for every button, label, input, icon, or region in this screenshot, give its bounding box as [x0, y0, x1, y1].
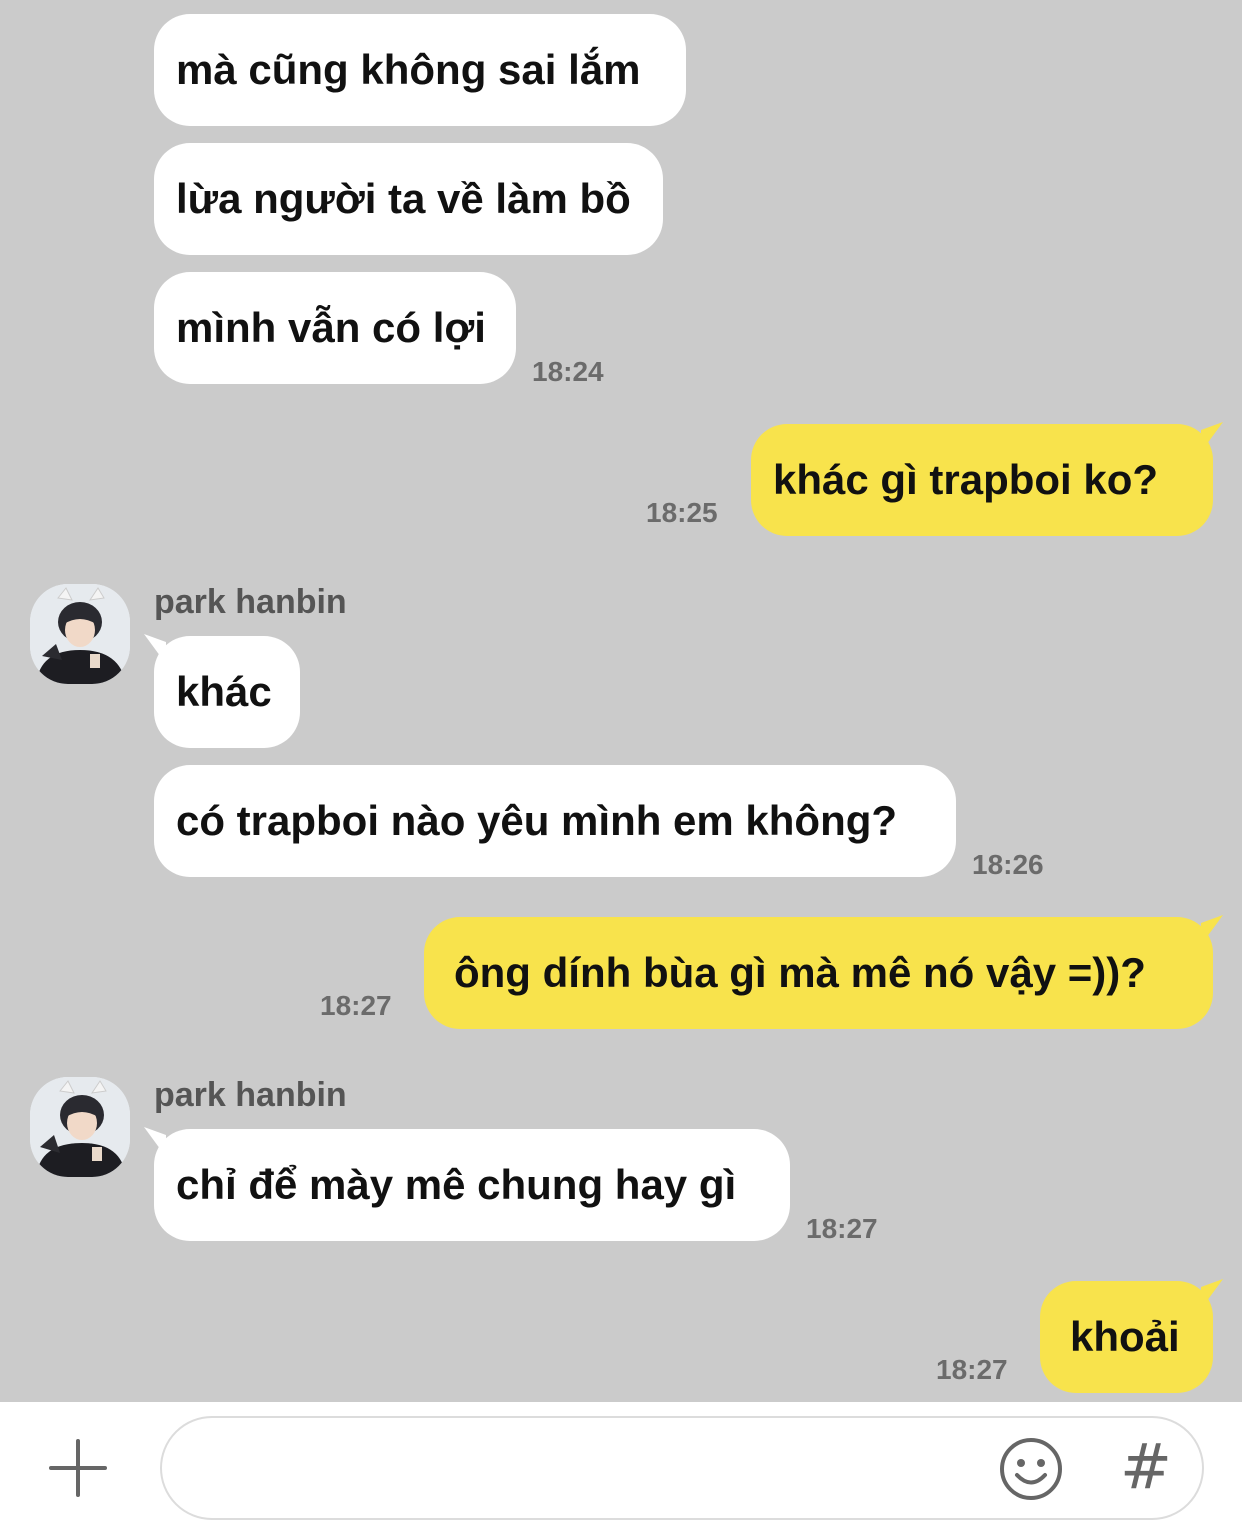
sender-name: park hanbin: [154, 583, 347, 621]
avatar-photo: [30, 1077, 130, 1177]
avatar[interactable]: [30, 1077, 130, 1177]
message-bubble-outgoing[interactable]: ông dính bùa gì mà mê nó vậy =))?: [424, 917, 1213, 1029]
message-bubble-outgoing[interactable]: khoải: [1040, 1281, 1213, 1393]
chat-area[interactable]: mà cũng không sai lắm lừa người ta về là…: [0, 0, 1242, 1402]
message-text: mà cũng không sai lắm: [176, 46, 641, 93]
sender-name: park hanbin: [154, 1076, 347, 1114]
message-text: khoải: [1070, 1313, 1180, 1360]
message-timestamp: 18:27: [320, 990, 392, 1021]
message-bubble-incoming[interactable]: khác: [154, 636, 300, 748]
message-bubble-incoming[interactable]: lừa người ta về làm bồ: [154, 143, 663, 255]
message-bubble-outgoing[interactable]: khác gì trapboi ko?: [751, 424, 1213, 536]
message-bubble-incoming[interactable]: có trapboi nào yêu mình em không?: [154, 765, 956, 877]
message-timestamp: 18:24: [532, 356, 604, 387]
hashtag-icon[interactable]: #: [1120, 1432, 1172, 1502]
message-timestamp: 18:27: [936, 1354, 1008, 1385]
avatar-photo: [30, 584, 130, 684]
message-bubble-incoming[interactable]: chỉ để mày mê chung hay gì: [154, 1129, 790, 1241]
message-text: khác: [176, 668, 272, 715]
message-text: ông dính bùa gì mà mê nó vậy =))?: [454, 949, 1146, 996]
avatar[interactable]: [30, 584, 130, 684]
message-bubble-incoming[interactable]: mình vẫn có lợi: [154, 272, 516, 384]
message-text: chỉ để mày mê chung hay gì: [176, 1161, 737, 1208]
message-input-text[interactable]: [198, 1418, 1022, 1516]
plus-icon[interactable]: [48, 1438, 108, 1498]
message-text: khác gì trapboi ko?: [773, 456, 1159, 503]
message-bubble-incoming[interactable]: mà cũng không sai lắm: [154, 14, 686, 126]
message-timestamp: 18:27: [806, 1213, 878, 1244]
message-timestamp: 18:25: [646, 497, 718, 528]
message-text: có trapboi nào yêu mình em không?: [176, 797, 898, 844]
message-text: mình vẫn có lợi: [176, 304, 486, 351]
message-text: lừa người ta về làm bồ: [176, 175, 631, 222]
emoji-icon[interactable]: [998, 1436, 1064, 1502]
message-timestamp: 18:26: [972, 849, 1044, 880]
